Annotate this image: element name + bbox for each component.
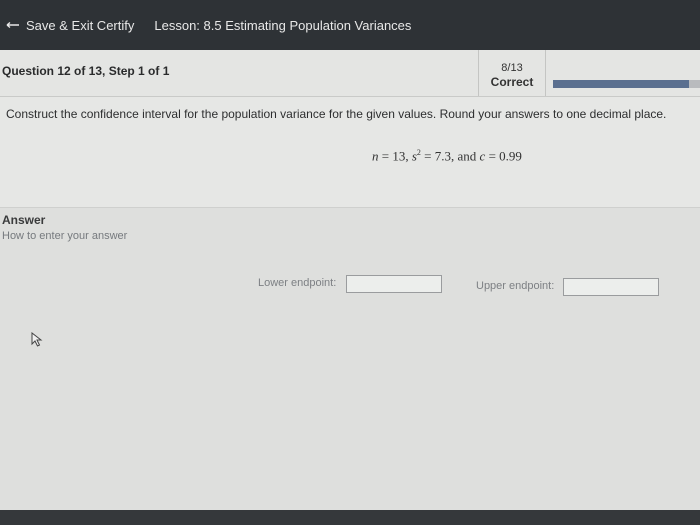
mouse-pointer-icon [31,331,43,353]
question-title: Question 12 of 13, Step 1 of 1 [2,64,170,78]
score-status: Correct [490,75,534,89]
progress-bar [553,80,700,88]
bottom-bar [0,510,700,525]
answer-label: Answer [2,213,46,227]
question-bar: Question 12 of 13, Step 1 of 1 8/13 Corr… [0,50,700,97]
save-exit-button[interactable]: Save & Exit Certify [6,18,134,33]
s-exponent: 2 [416,148,421,157]
problem-panel: Construct the confidence interval for th… [0,97,700,208]
and-text: and [457,148,477,164]
given-values: n = 13, s2 = 7.3, and c = 0.99 [372,148,522,164]
progress-fill [553,80,689,88]
lower-endpoint-input[interactable] [346,275,442,293]
save-exit-label: Save & Exit Certify [26,17,135,33]
answer-area: Answer How to enter your answer Lower en… [0,208,700,510]
score-box: 8/13 Correct [478,50,546,96]
n-value: 13 [392,148,406,164]
lower-endpoint-label: Lower endpoint: [258,277,337,289]
c-symbol: c [479,148,486,164]
arrow-left-icon [6,21,20,29]
upper-endpoint-label: Upper endpoint: [476,280,555,292]
how-to-enter-link[interactable]: How to enter your answer [2,230,127,242]
upper-endpoint-input[interactable] [563,278,659,296]
c-value: 0.99 [499,148,522,164]
problem-instructions: Construct the confidence interval for th… [6,107,667,121]
s-value: 7.3 [434,148,451,164]
top-bar: Save & Exit Certify Lesson: 8.5 Estimati… [0,0,700,50]
n-symbol: n [372,148,379,164]
lesson-title: Lesson: 8.5 Estimating Population Varian… [154,17,412,33]
score-fraction: 8/13 [501,62,523,74]
